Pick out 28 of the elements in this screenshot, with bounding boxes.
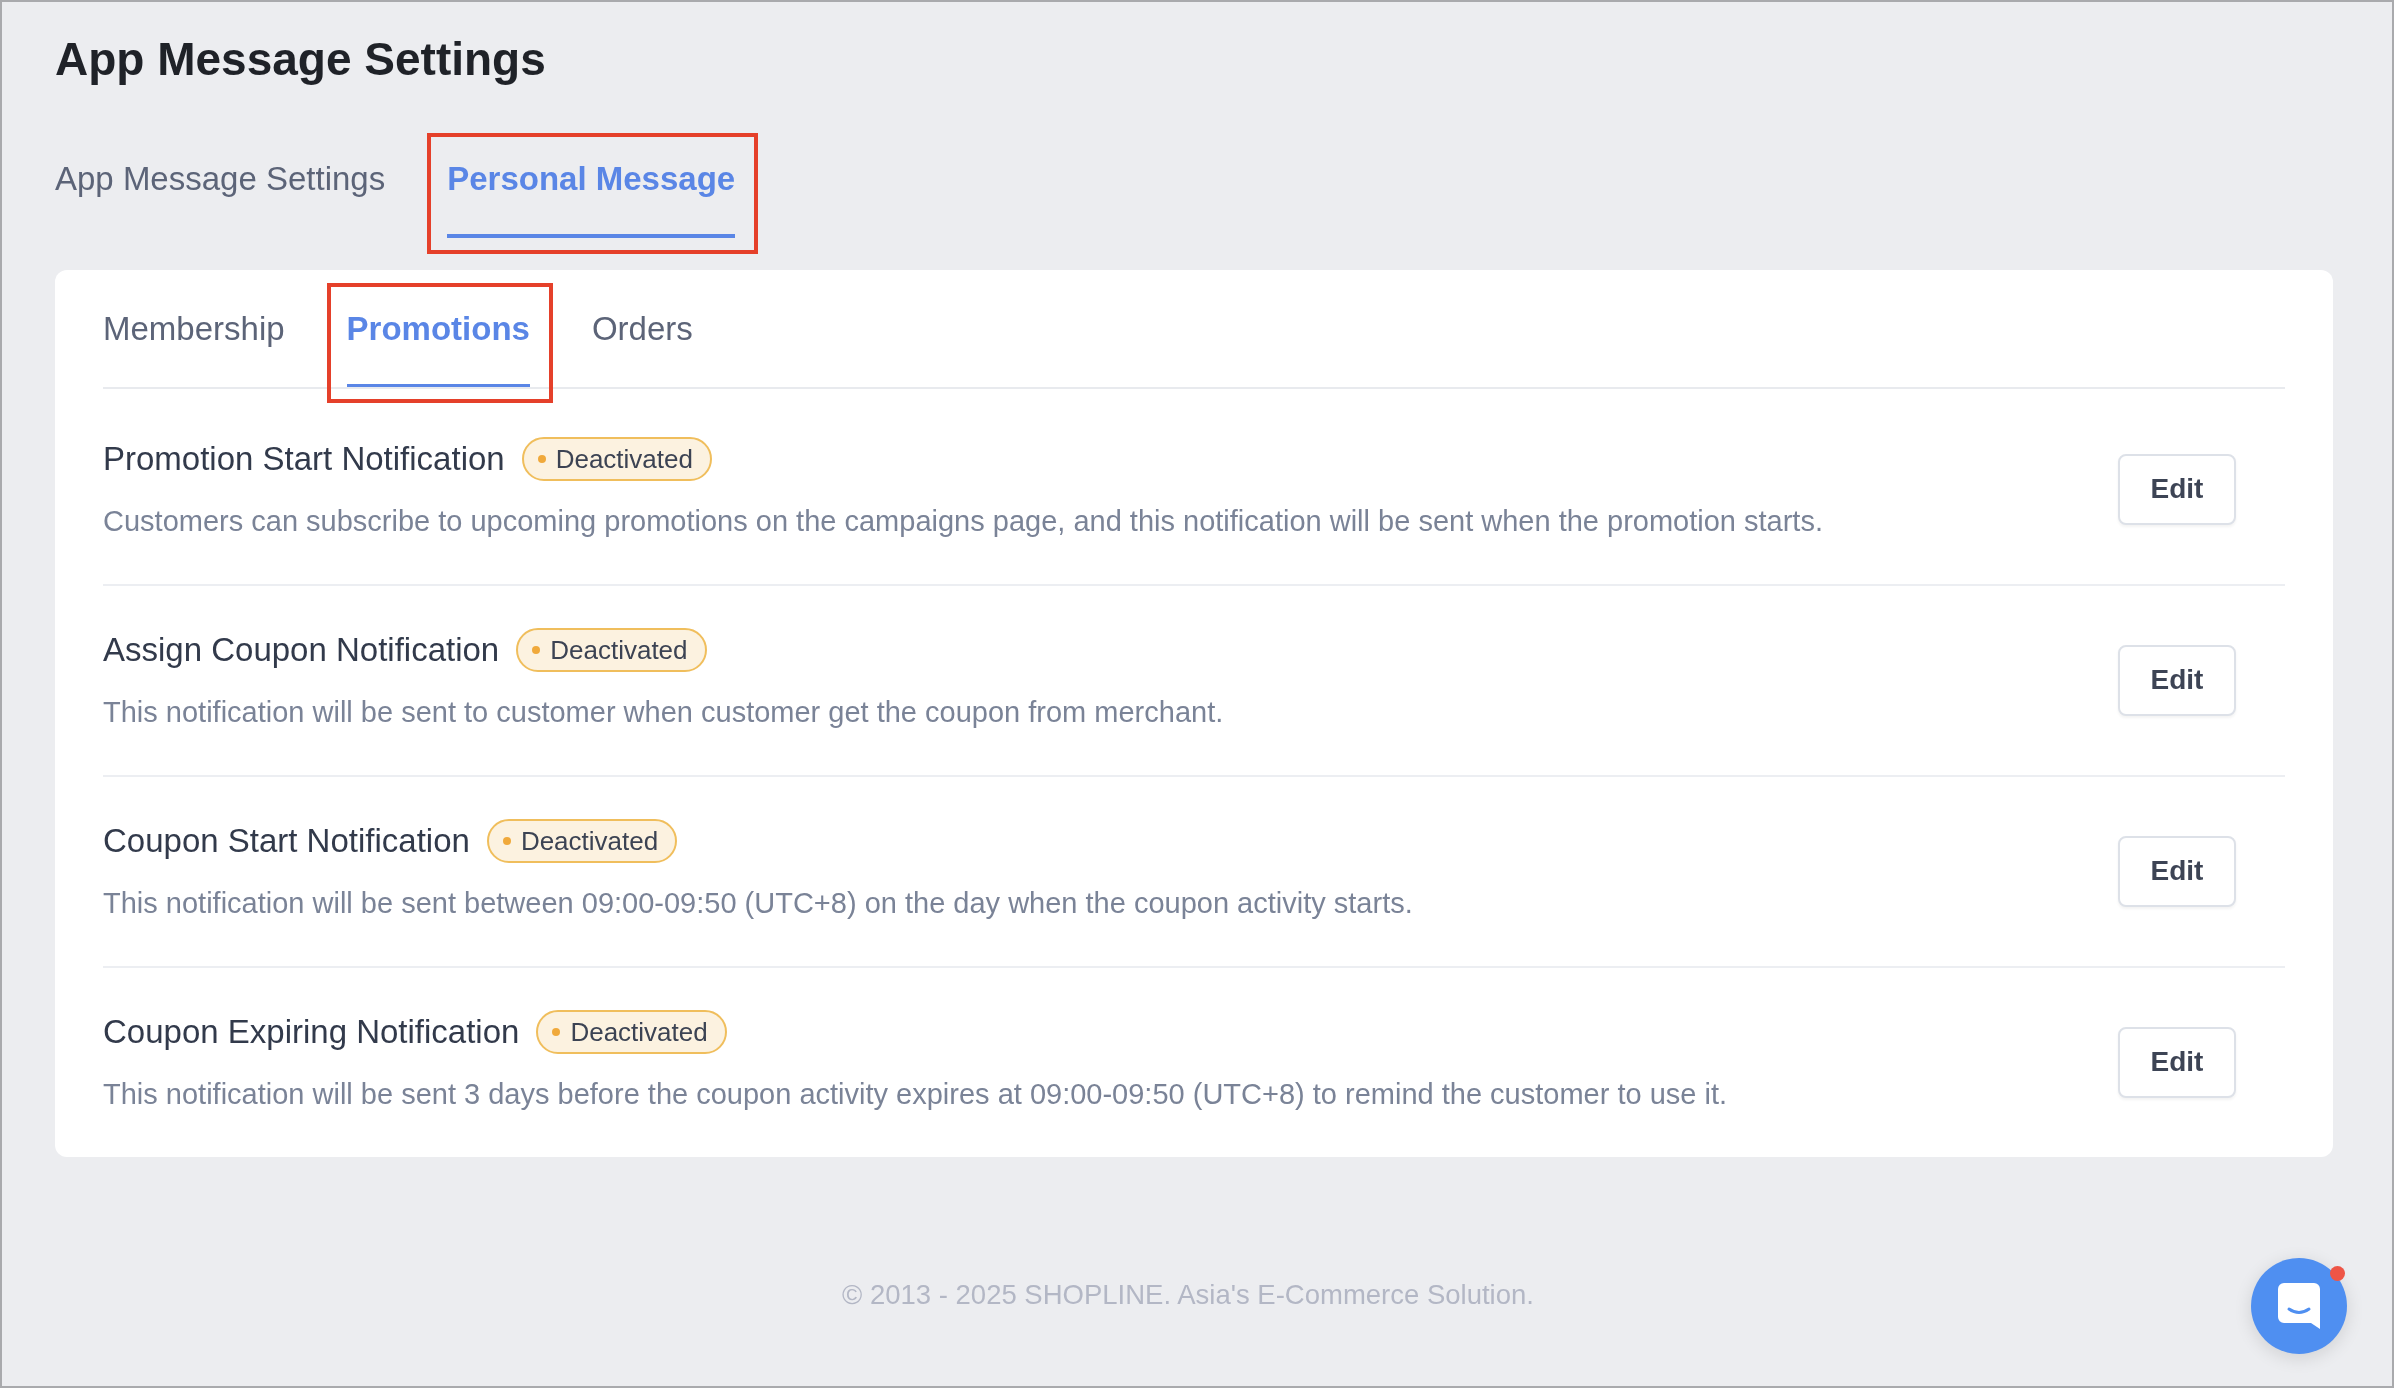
tab[interactable]: Personal Message [447,159,736,238]
notification-title: Promotion Start Notification [103,439,505,479]
notification-title: Coupon Start Notification [103,821,470,861]
notification-description: This notification will be sent between 09:00-09:50 (UTC+8) on the day when the coupon activity starts. [103,886,1413,921]
tab[interactable]: App Message Settings [55,159,386,238]
notification-description: This notification will be sent 3 days before the coupon activity expires at 09:00-09:50 (UTC+8) to remind the customer to use it. [103,1077,1727,1112]
chat-bubble-icon [2278,1283,2320,1329]
status-dot-icon [537,455,546,463]
status-dot-icon [502,837,511,845]
tab[interactable]: Membership [103,309,285,387]
page-title: App Message Settings [55,32,546,87]
edit-button[interactable]: Edit [2118,644,2236,716]
status-dot-icon [532,646,541,654]
status-label: Deactivated [550,635,688,665]
edit-button[interactable]: Edit [2118,835,2236,907]
tab[interactable]: Promotions [346,309,530,387]
edit-button[interactable]: Edit [2118,1026,2236,1098]
tab[interactable]: Orders [591,309,693,387]
status-dot-icon [552,1028,561,1036]
edit-button[interactable]: Edit [2118,453,2236,525]
status-label: Deactivated [520,826,659,856]
notification-description: Customers can subscribe to upcoming promotions on the campaigns page, and this notification will be sent when the promotion starts. [103,504,1823,539]
copyright-text: © 2013 - 2025 SHOPLINE. Asia's E-Commerce Solution. [842,1278,1534,1312]
status-label: Deactivated [570,1017,708,1047]
notification-description: This notification will be sent to customer when customer get the coupon from merchant. [103,695,1224,730]
notification-title: Coupon Expiring Notification [103,1012,520,1052]
notification-title: Assign Coupon Notification [103,630,500,670]
status-label: Deactivated [555,444,693,474]
